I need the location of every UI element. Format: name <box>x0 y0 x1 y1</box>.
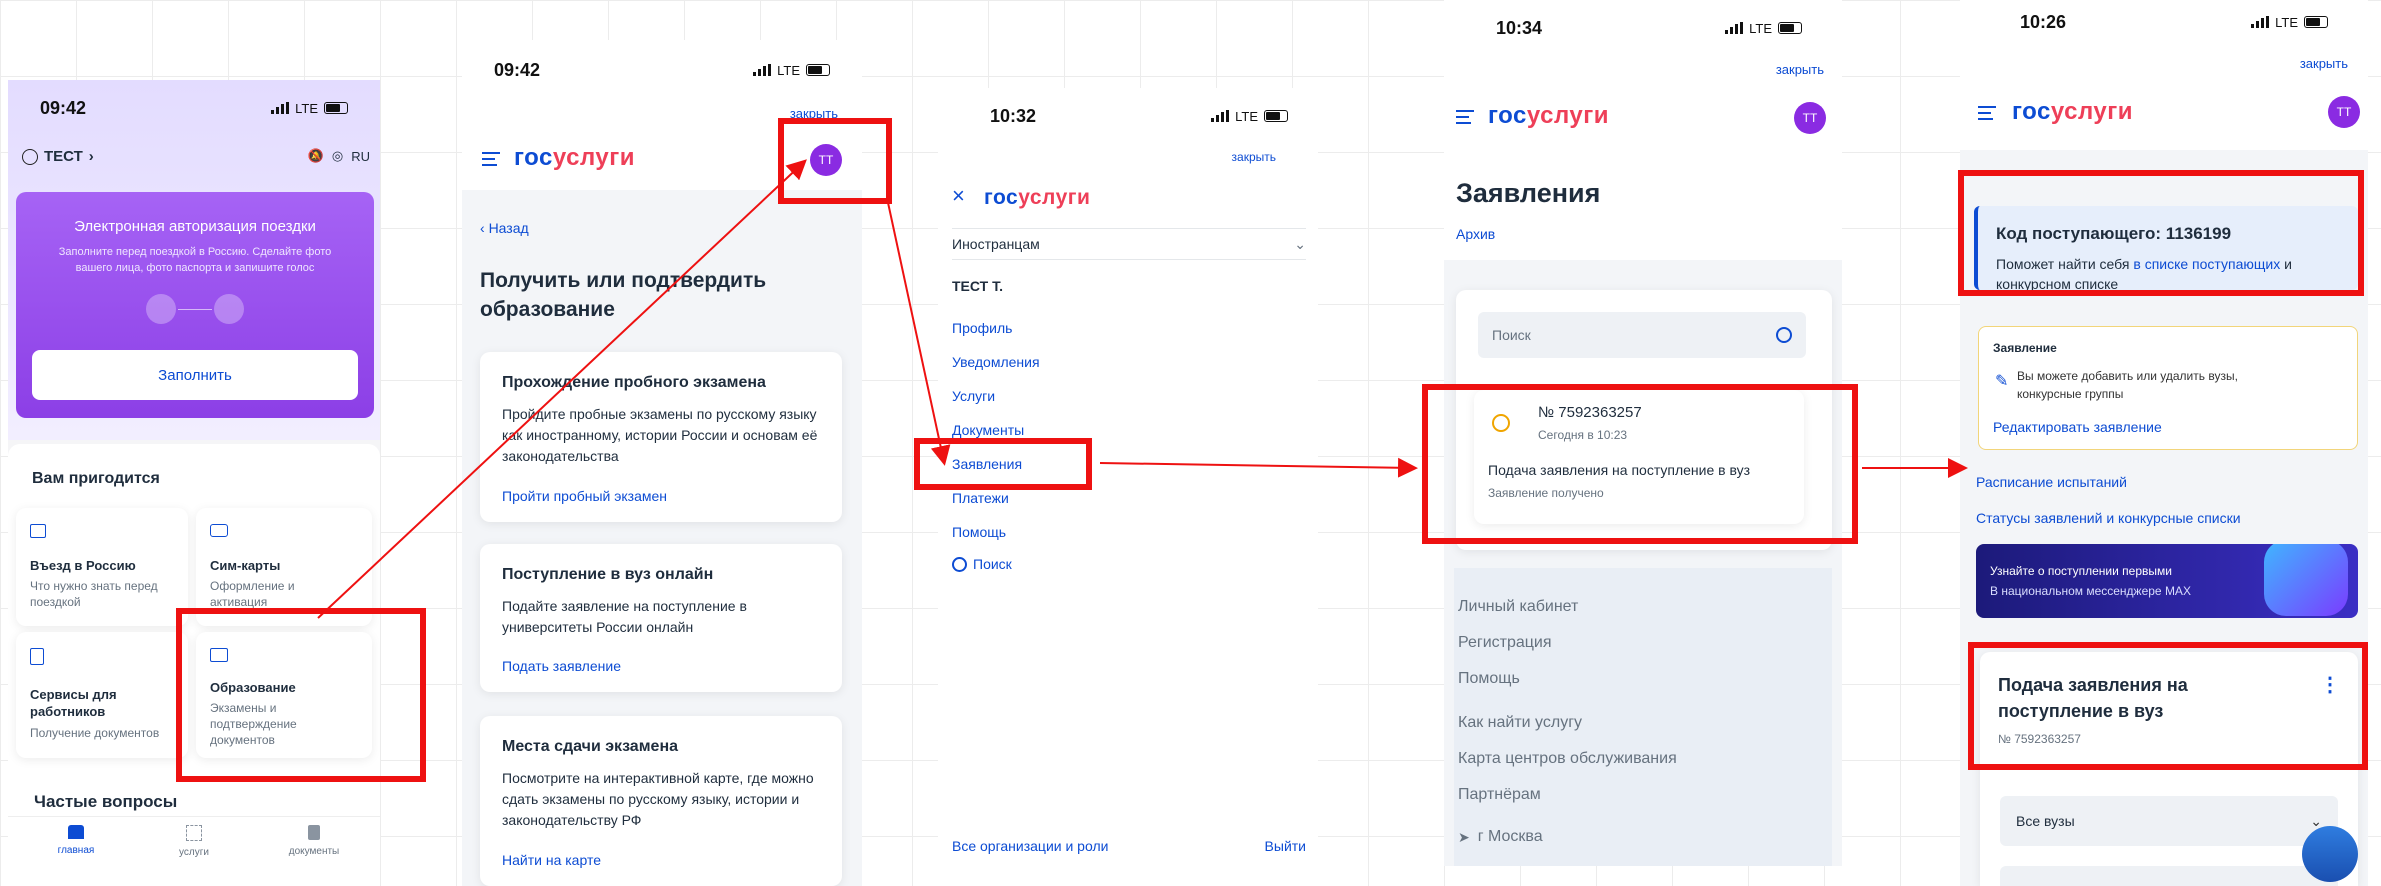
arrow-2 <box>886 197 951 466</box>
arrow-1 <box>317 159 807 619</box>
flow-arrows <box>317 159 1968 619</box>
arrow-3 <box>1099 457 1418 478</box>
